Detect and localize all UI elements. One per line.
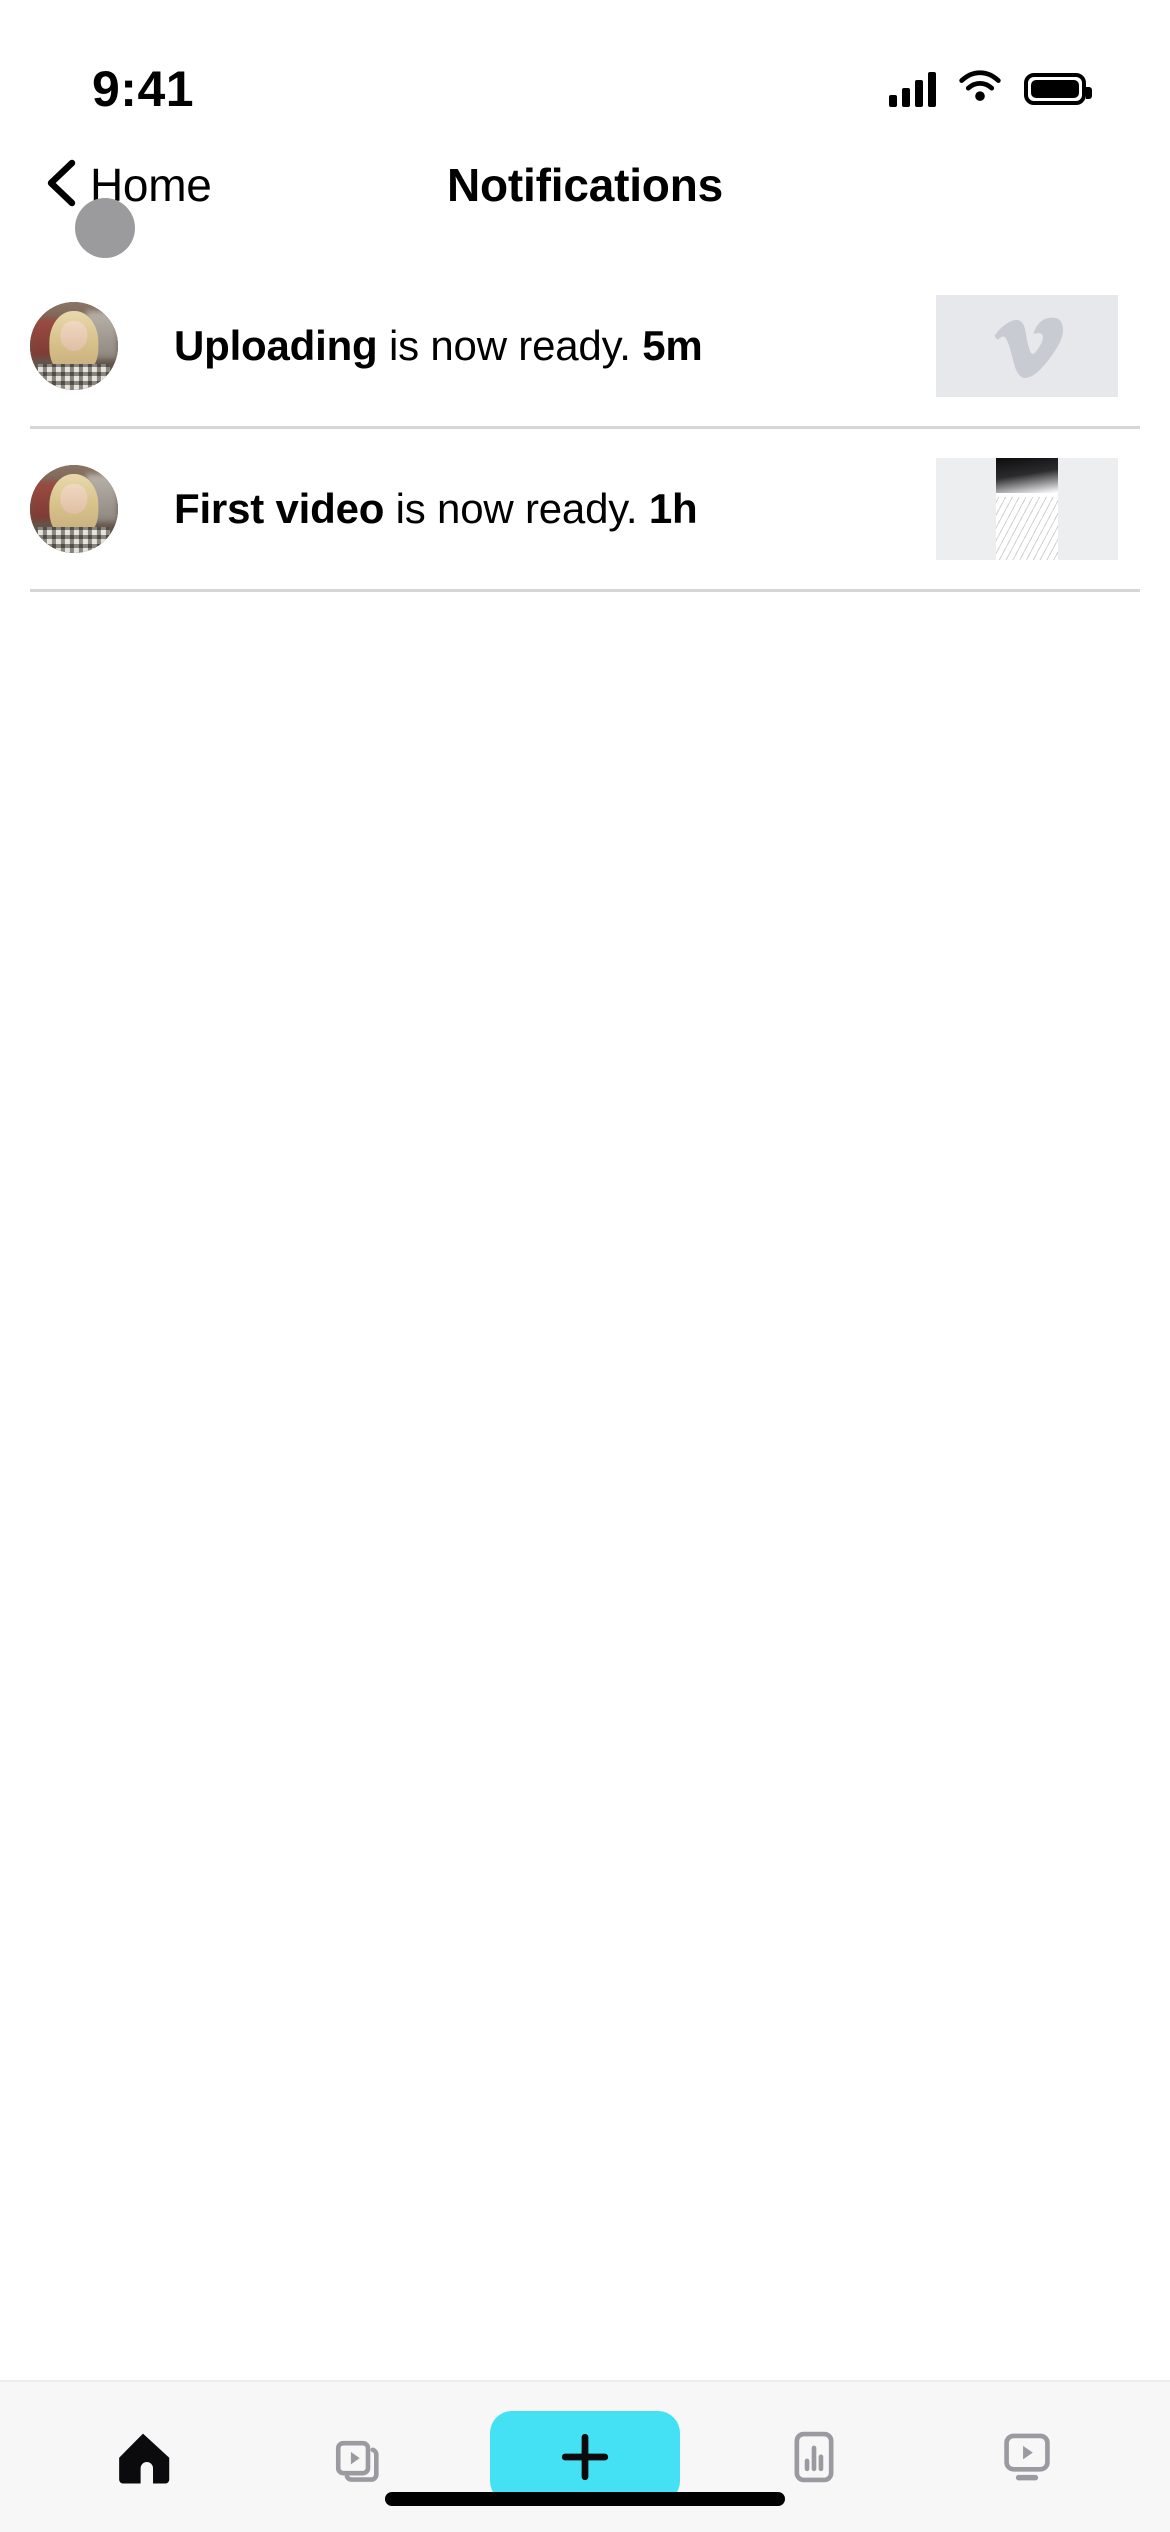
back-button[interactable]: Home: [44, 158, 212, 212]
touch-point-indicator: [75, 198, 135, 258]
chevron-left-icon: [44, 159, 78, 212]
status-bar: 9:41: [0, 0, 1170, 142]
home-icon: [112, 2428, 174, 2486]
stats-bar-chart-icon: [786, 2428, 842, 2486]
notification-subject: First video: [174, 484, 385, 532]
notification-row[interactable]: First video is now ready. 1h: [0, 429, 1170, 589]
notification-text: First video is now ready. 1h: [118, 484, 936, 532]
notification-list: Uploading is now ready. 5m First video i…: [0, 228, 1170, 2380]
plus-icon: [558, 2430, 612, 2484]
tab-stats[interactable]: [735, 2409, 893, 2505]
tab-watch[interactable]: [948, 2409, 1106, 2505]
video-still-frame: [996, 458, 1058, 560]
watch-tv-icon: [997, 2428, 1057, 2486]
create-button[interactable]: [489, 2411, 680, 2503]
notification-message: is now ready.: [384, 484, 649, 532]
home-indicator: [385, 2492, 785, 2506]
divider: [30, 589, 1140, 592]
avatar: [30, 302, 118, 390]
wifi-icon: [958, 69, 1002, 109]
notification-time: 1h: [648, 484, 698, 532]
tab-video-library[interactable]: [277, 2409, 435, 2505]
tab-home[interactable]: [64, 2409, 222, 2505]
notification-time: 5m: [642, 321, 703, 369]
navigation-bar: Home Notifications: [0, 142, 1170, 258]
notification-message: is now ready.: [377, 321, 643, 369]
video-library-icon: [326, 2428, 386, 2486]
vimeo-logo-icon: [988, 310, 1066, 382]
notification-subject: Uploading: [174, 321, 378, 369]
status-icons: [889, 69, 1092, 109]
cellular-signal-icon: [889, 71, 936, 107]
notification-text: Uploading is now ready. 5m: [118, 321, 936, 369]
battery-icon: [1024, 73, 1092, 105]
video-thumbnail[interactable]: [936, 458, 1118, 560]
avatar: [30, 465, 118, 553]
video-thumbnail[interactable]: [936, 295, 1118, 397]
status-time: 9:41: [92, 61, 195, 117]
app-screen: 9:41 Home Notifications Uploading is now…: [0, 0, 1170, 2532]
notification-row[interactable]: Uploading is now ready. 5m: [0, 266, 1170, 426]
bottom-tab-bar: [0, 2380, 1170, 2532]
